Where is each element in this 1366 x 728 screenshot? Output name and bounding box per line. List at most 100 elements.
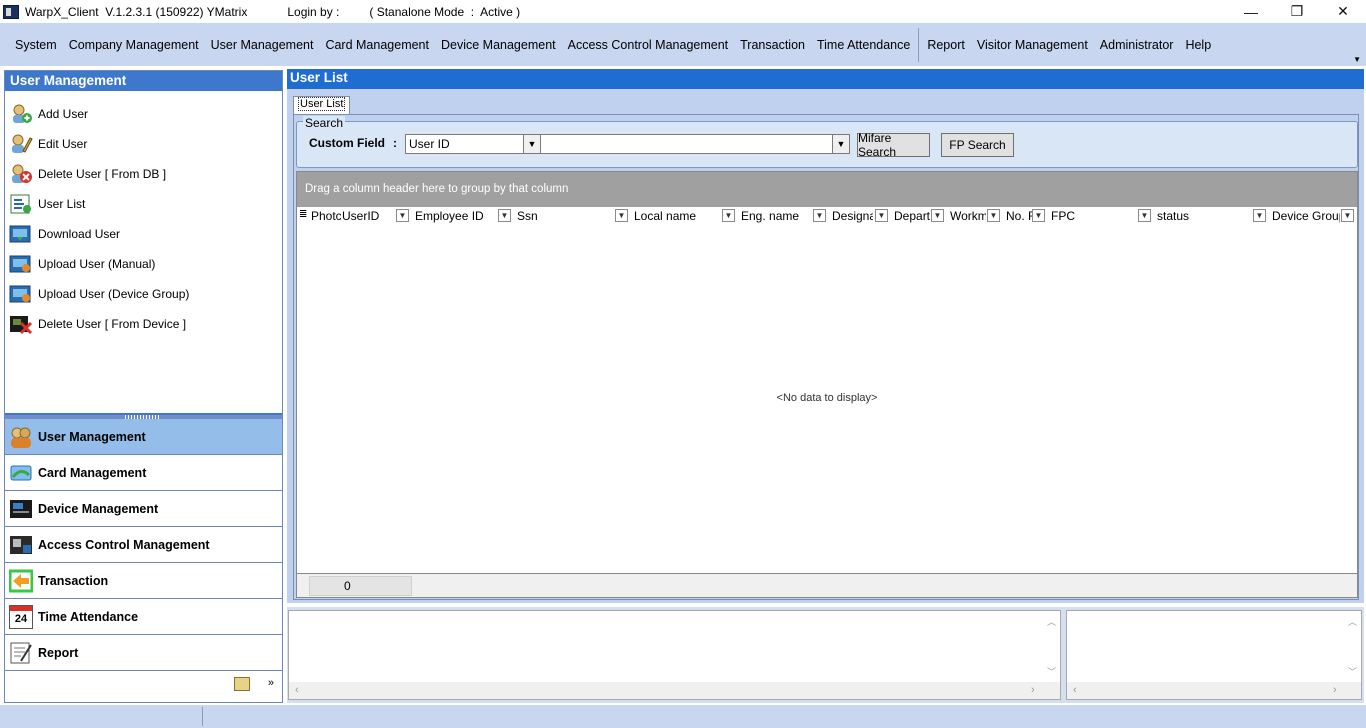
column-header[interactable]: status [1157,209,1247,223]
group-by-panel[interactable]: Drag a column header here to group by th… [297,172,1357,207]
task-label: Delete User [ From Device ] [38,317,187,331]
edit-user-icon [9,133,33,155]
column-header[interactable]: Eng. name [741,209,811,223]
page-title: User List [287,69,1364,89]
vertical-scrollbar[interactable]: ︿ ﹀ [1043,611,1060,683]
chevron-down-icon[interactable]: ▼ [523,135,540,153]
menu-time-attendance[interactable]: Time Attendance [811,38,916,52]
menu-company-management[interactable]: Company Management [63,38,205,52]
close-button[interactable]: ✕ [1320,0,1366,23]
scroll-right-icon[interactable]: › [1031,684,1035,696]
task-download-user[interactable]: Download User [5,219,282,249]
scroll-left-icon[interactable]: ‹ [295,684,299,696]
left-panel-title: User Management [5,71,282,91]
task-delete-user-device[interactable]: Delete User [ From Device ] [5,309,282,339]
task-delete-user-db[interactable]: Delete User [ From DB ] [5,159,282,189]
menu-system[interactable]: System [9,38,63,52]
add-user-icon [9,103,33,125]
column-header[interactable]: Departr [894,209,930,223]
menu-transaction[interactable]: Transaction [734,38,811,52]
task-user-list[interactable]: User List [5,189,282,219]
filter-icon[interactable]: ▼ [931,209,944,222]
tab-label: User List [298,97,346,111]
calendar-icon: 24 [9,604,33,629]
nav-time-attendance[interactable]: 24 Time Attendance [5,599,282,635]
menu-card-management[interactable]: Card Management [319,38,435,52]
filter-icon[interactable]: ▼ [722,209,735,222]
menu-user-management[interactable]: User Management [205,38,320,52]
nav-report[interactable]: Report [5,635,282,671]
users-icon [9,425,33,449]
chevron-down-icon[interactable]: ▼ [832,135,849,153]
custom-field-select[interactable]: User ID ▼ [405,134,541,154]
task-add-user[interactable]: Add User [5,99,282,129]
menu-report[interactable]: Report [921,38,971,52]
scroll-right-icon[interactable]: › [1333,684,1337,696]
task-upload-user-group[interactable]: Upload User (Device Group) [5,279,282,309]
task-edit-user[interactable]: Edit User [5,129,282,159]
horizontal-scrollbar[interactable]: ‹ › [289,682,1060,699]
menu-administrator[interactable]: Administrator [1094,38,1180,52]
column-header[interactable]: FPC [1051,209,1131,223]
fp-search-button[interactable]: FP Search [941,133,1014,157]
filter-icon[interactable]: ▼ [1138,209,1151,222]
access-control-icon [9,533,33,557]
nav-user-management[interactable]: User Management [5,419,282,455]
filter-icon[interactable]: ▼ [1341,209,1354,222]
tab-user-list[interactable]: User List [293,96,351,114]
mifare-search-button[interactable]: Mifare Search [857,131,930,159]
nav-label: Access Control Management [38,537,210,552]
transaction-icon [9,569,33,593]
filter-icon[interactable]: ▼ [875,209,888,222]
column-header[interactable]: Photc [311,209,341,223]
filter-icon[interactable]: ▼ [1253,209,1266,222]
chevron-down-icon[interactable]: » [268,677,274,689]
horizontal-scrollbar[interactable]: ‹ › [1067,682,1361,699]
filter-icon[interactable]: ▼ [813,209,826,222]
scroll-left-icon[interactable]: ‹ [1073,684,1077,696]
scroll-down-icon[interactable]: ﹀ [1348,665,1357,678]
log-pane-left[interactable]: ︿ ﹀ ‹ › [288,610,1061,700]
filter-icon[interactable]: ▼ [615,209,628,222]
filter-icon[interactable]: ▼ [1032,209,1045,222]
menu-access-control-management[interactable]: Access Control Management [562,38,735,52]
nav-card-management[interactable]: Card Management [5,455,282,491]
nav-label: Transaction [38,573,109,588]
minimize-button[interactable]: — [1228,0,1274,23]
column-header[interactable]: Ssn [517,209,612,223]
left-panel: User Management Add User Edit User Delet… [4,70,283,703]
calendar-day: 24 [14,612,28,625]
log-pane-right[interactable]: ︿ ﹀ ‹ › [1066,610,1362,700]
filter-icon[interactable]: ▼ [987,209,1000,222]
custom-field-value: User ID [409,137,450,151]
filter-icon[interactable]: ▼ [498,209,511,222]
column-header[interactable]: Employee ID [415,209,495,223]
custom-field-colon: : [393,136,397,150]
search-value-input[interactable]: ▼ [540,134,850,154]
menu-visitor-management[interactable]: Visitor Management [971,38,1094,52]
restore-button[interactable]: ❐ [1274,0,1320,23]
column-header[interactable]: UserID [342,209,394,223]
column-header[interactable]: No. F [1006,209,1032,223]
folder-icon[interactable] [234,677,250,691]
column-header[interactable]: Device Group [1272,209,1340,223]
scroll-up-icon[interactable]: ︿ [1047,615,1056,628]
menu-help[interactable]: Help [1179,38,1217,52]
filter-icon[interactable]: ▼ [396,209,409,222]
search-group: Search Custom Field : User ID ▼ ▼ Mifare… [296,116,1358,168]
bottom-panel: ︿ ﹀ ‹ › ︿ ﹀ ‹ › [287,607,1364,703]
column-header[interactable]: Workm [950,209,986,223]
column-header[interactable]: Local name [634,209,719,223]
column-header[interactable]: Designat [832,209,873,223]
task-upload-user-manual[interactable]: Upload User (Manual) [5,249,282,279]
nav-access-control-management[interactable]: Access Control Management [5,527,282,563]
nav-transaction[interactable]: Transaction [5,563,282,599]
vertical-scrollbar[interactable]: ︿ ﹀ [1344,611,1361,683]
menu-device-management[interactable]: Device Management [435,38,562,52]
column-chooser-icon[interactable]: ≣ [299,209,311,220]
menu-overflow-arrow-icon[interactable]: ▼ [1353,55,1361,64]
nav-device-management[interactable]: Device Management [5,491,282,527]
scroll-up-icon[interactable]: ︿ [1348,615,1357,628]
task-label: Add User [38,107,89,121]
scroll-down-icon[interactable]: ﹀ [1047,665,1056,678]
